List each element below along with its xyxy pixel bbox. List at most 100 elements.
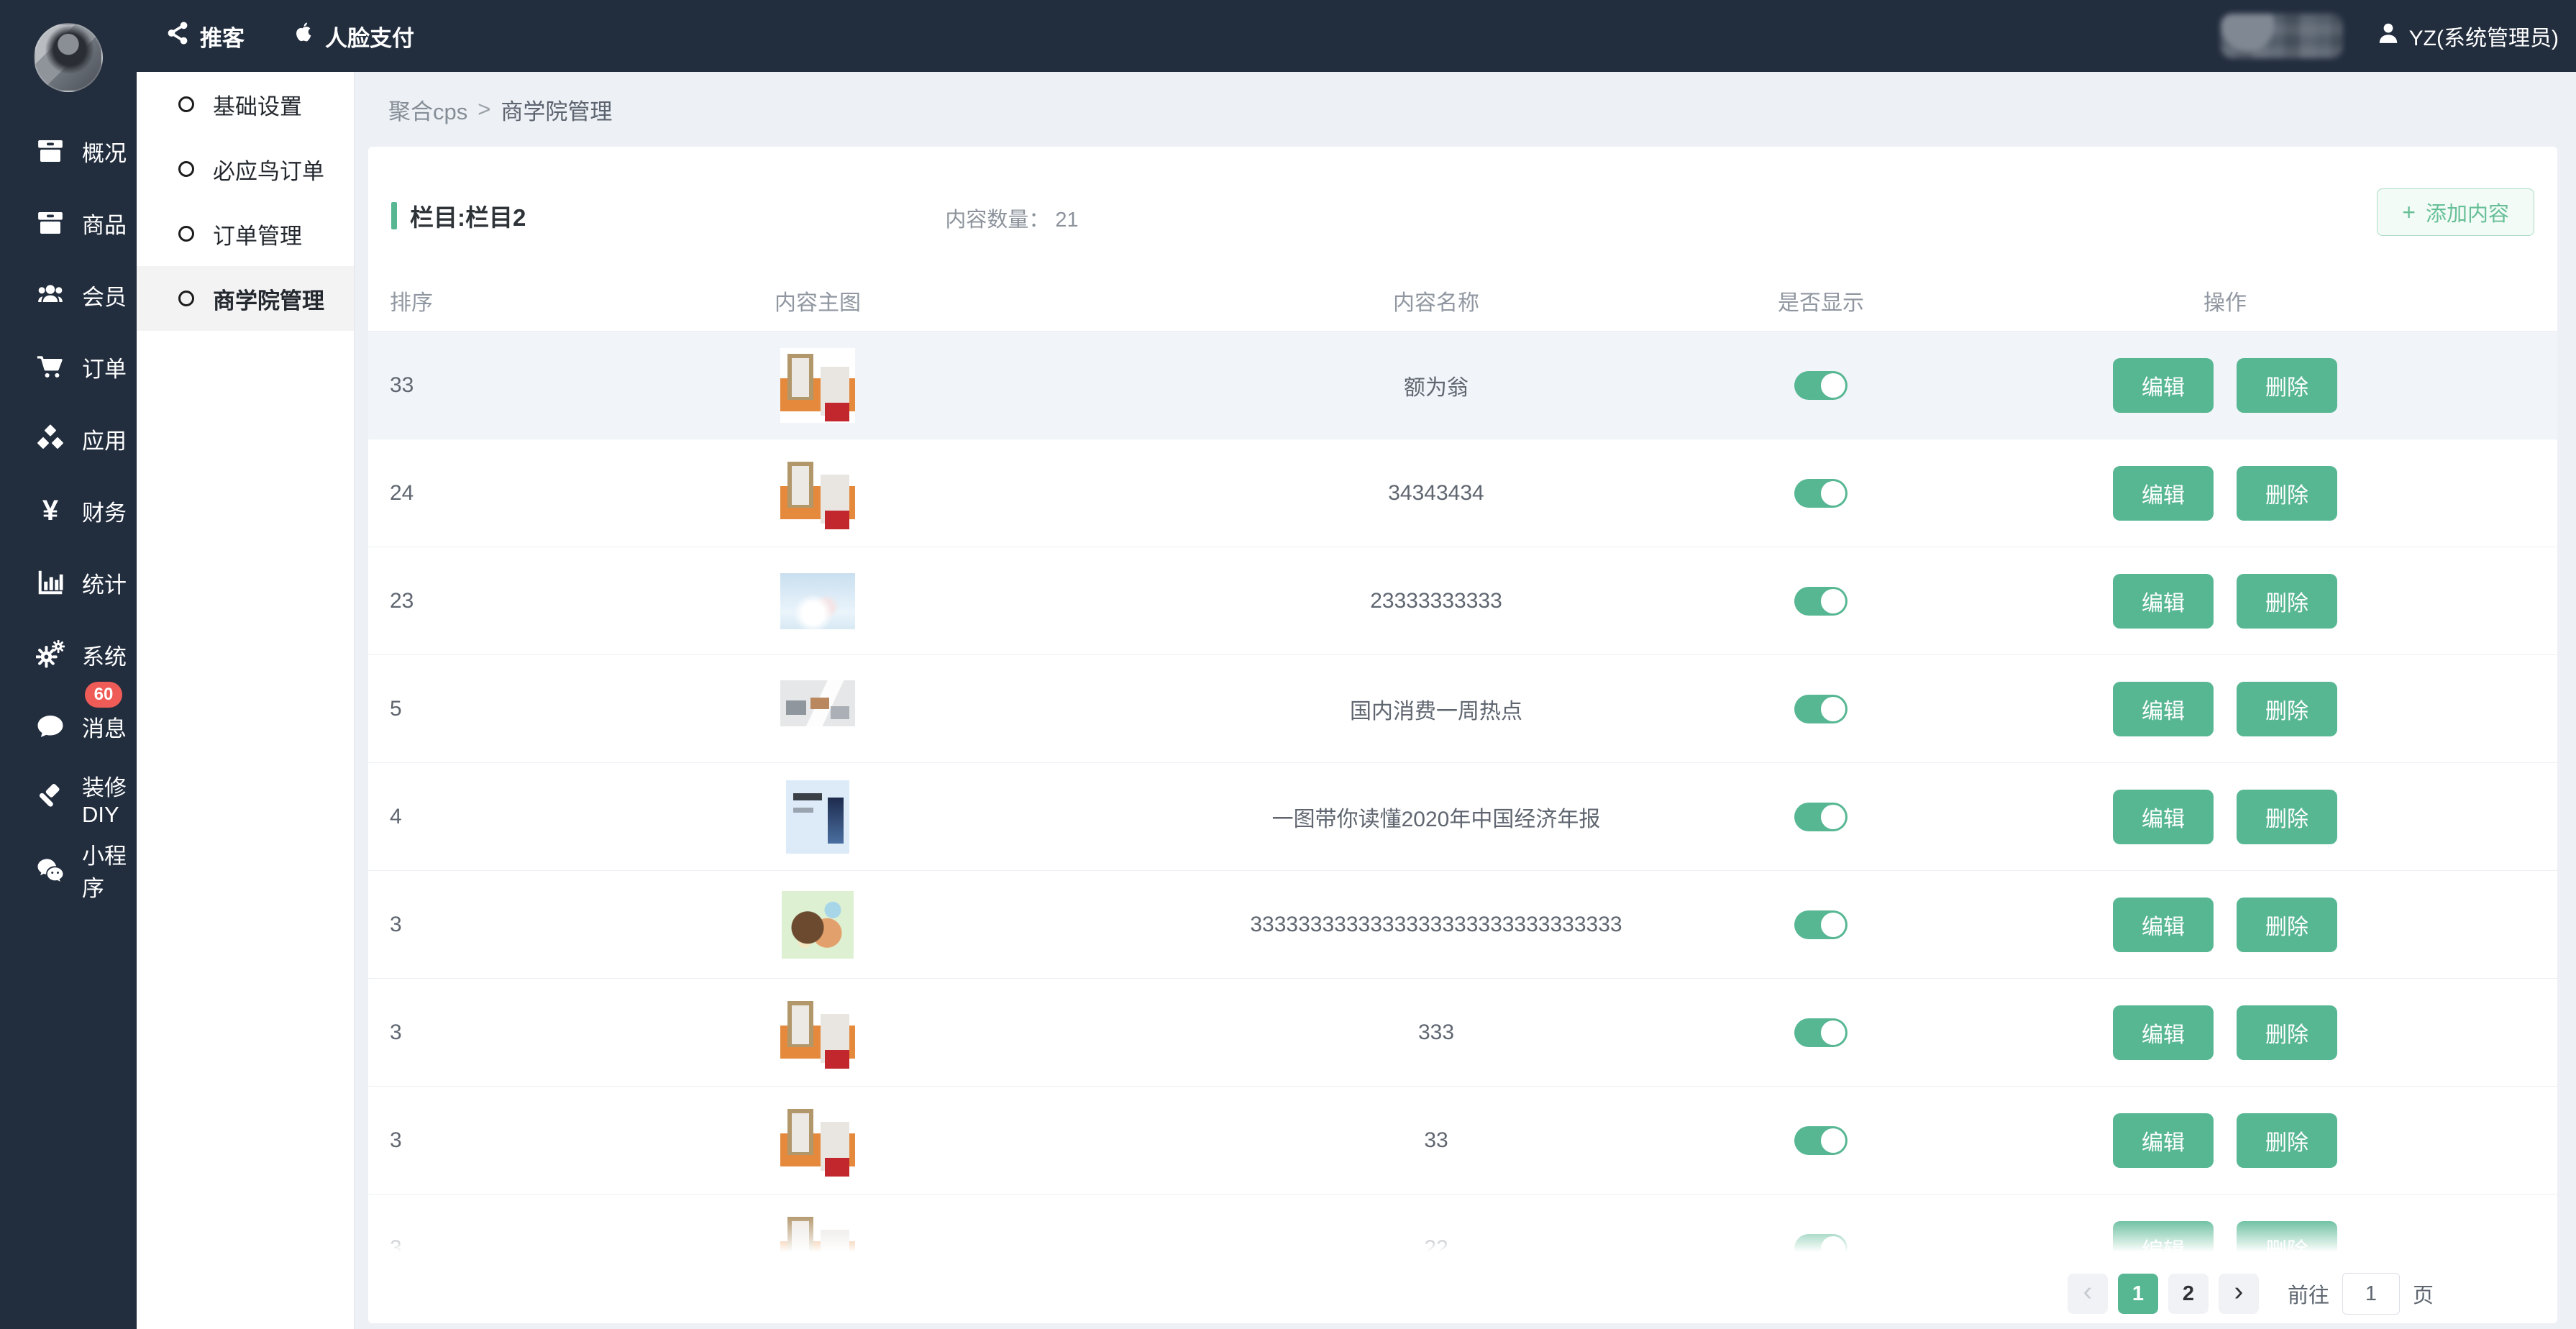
- content-name: 额为翁: [1123, 370, 1749, 401]
- goods-box-icon: [35, 209, 66, 237]
- submenu-item-商学院管理[interactable]: 商学院管理: [137, 266, 354, 331]
- delete-button[interactable]: 删除: [2237, 682, 2337, 736]
- column-header-内容主图: 内容主图: [512, 285, 1123, 316]
- delete-button[interactable]: 删除: [2237, 574, 2337, 629]
- delete-button[interactable]: 删除: [2237, 466, 2337, 521]
- visibility-toggle[interactable]: [1794, 803, 1847, 831]
- sort-value: 3: [368, 913, 512, 937]
- sidebar-item-应用[interactable]: 应用: [0, 403, 137, 475]
- edit-button[interactable]: 编辑: [2113, 1113, 2214, 1168]
- visibility-toggle[interactable]: [1794, 1126, 1847, 1155]
- visibility-toggle[interactable]: [1794, 479, 1847, 508]
- sidebar-item-label: 装修DIY: [82, 769, 137, 828]
- circle-icon: [178, 226, 194, 242]
- user-menu[interactable]: YZ(系统管理员): [2376, 20, 2559, 52]
- table-row: 3 333 编辑 删除: [368, 979, 2557, 1087]
- visibility-toggle[interactable]: [1794, 371, 1847, 400]
- edit-button[interactable]: 编辑: [2113, 790, 2214, 844]
- column-header-排序: 排序: [368, 285, 512, 316]
- content-thumbnail: [780, 348, 855, 423]
- content-name: 333: [1123, 1020, 1749, 1045]
- sidebar-item-装修DIY[interactable]: 装修DIY: [0, 762, 137, 834]
- submenu-item-必应鸟订单[interactable]: 必应鸟订单: [137, 137, 354, 201]
- apps-cubes-icon: [35, 424, 66, 453]
- column-header-操作: 操作: [1893, 285, 2557, 316]
- topbar-right: YZ(系统管理员): [2221, 14, 2559, 58]
- sort-value: 3: [368, 1128, 512, 1153]
- submenu-item-基础设置[interactable]: 基础设置: [137, 72, 354, 137]
- sidebar-item-小程序[interactable]: 小程序: [0, 834, 137, 906]
- goto-page-input[interactable]: [2342, 1273, 2400, 1315]
- visibility-toggle[interactable]: [1794, 587, 1847, 616]
- sidebar-item-消息[interactable]: 消息 60: [0, 690, 137, 762]
- content-count-value: 21: [1055, 209, 1078, 232]
- edit-button[interactable]: 编辑: [2113, 574, 2214, 629]
- sidebar-item-概况[interactable]: 概况: [0, 115, 137, 187]
- sort-value: 4: [368, 805, 512, 829]
- table-row: 5 国内消费一周热点 编辑 删除: [368, 655, 2557, 763]
- prev-page-button[interactable]: ‹: [2068, 1274, 2108, 1314]
- topbar-item[interactable]: 人脸支付: [291, 20, 414, 52]
- sidebar-item-会员[interactable]: 会员: [0, 259, 137, 331]
- table-row: 23 23333333333 编辑 删除: [368, 547, 2557, 655]
- page-button-2[interactable]: 2: [2168, 1274, 2209, 1314]
- sidebar-item-统计[interactable]: 统计: [0, 547, 137, 618]
- page-button-1[interactable]: 1: [2118, 1274, 2158, 1314]
- edit-button[interactable]: 编辑: [2113, 682, 2214, 736]
- delete-button[interactable]: 删除: [2237, 1113, 2337, 1168]
- column-header-内容名称: 内容名称: [1123, 285, 1749, 316]
- delete-button[interactable]: 删除: [2237, 898, 2337, 952]
- edit-button[interactable]: 编辑: [2113, 1005, 2214, 1060]
- main-content: 聚合cps>商学院管理 栏目:栏目2 内容数量：21 + 添加内容 排序内容主图…: [354, 72, 2576, 1329]
- sidebar-item-label: 统计: [82, 567, 127, 599]
- orders-cart-icon: [35, 352, 66, 381]
- content-name: 33: [1123, 1128, 1749, 1153]
- avatar[interactable]: [34, 23, 103, 92]
- table-row: 33 额为翁 编辑 删除: [368, 332, 2557, 439]
- sort-value: 24: [368, 481, 512, 506]
- edit-button[interactable]: 编辑: [2113, 898, 2214, 952]
- sort-value: 3: [368, 1020, 512, 1045]
- table-body: 33 额为翁 编辑 删除 24 34343434 编辑 删除 23 233333…: [368, 332, 2557, 1302]
- system-gears-icon: [35, 640, 66, 669]
- delete-button[interactable]: 删除: [2237, 1005, 2337, 1060]
- table-header: 排序内容主图内容名称是否显示操作: [368, 270, 2557, 332]
- next-page-button[interactable]: ›: [2219, 1274, 2259, 1314]
- content-name: 国内消费一周热点: [1123, 693, 1749, 725]
- sidebar-item-财务[interactable]: ¥ 财务: [0, 475, 137, 547]
- sidebar-item-商品[interactable]: 商品: [0, 187, 137, 259]
- user-label: YZ(系统管理员): [2409, 20, 2559, 52]
- sort-value: 23: [368, 589, 512, 613]
- content-thumbnail: [786, 780, 849, 854]
- sidebar-item-系统[interactable]: 系统: [0, 618, 137, 690]
- sidebar-item-label: 会员: [82, 279, 127, 311]
- delete-button[interactable]: 删除: [2237, 790, 2337, 844]
- delete-button[interactable]: 删除: [2237, 358, 2337, 413]
- panel-title: 栏目:栏目2: [391, 198, 526, 233]
- breadcrumb-item: 商学院管理: [501, 93, 612, 126]
- stats-chart-icon: [35, 568, 66, 597]
- topbar-item[interactable]: 推客: [165, 20, 245, 52]
- pagination-bar: ‹ 12 › 前往 页: [368, 1215, 2557, 1323]
- breadcrumb-item[interactable]: 聚合cps: [388, 93, 467, 126]
- add-content-button[interactable]: + 添加内容: [2377, 188, 2534, 236]
- table-row: 3 33 编辑 删除: [368, 1087, 2557, 1195]
- content-thumbnail: [780, 995, 855, 1070]
- submenu-item-label: 必应鸟订单: [213, 153, 324, 186]
- overview-box-icon: [35, 137, 66, 165]
- sidebar-item-label: 订单: [82, 351, 127, 383]
- submenu-item-label: 基础设置: [213, 88, 302, 121]
- rail-menu: 概况 商品 会员 订单 应用 ¥ 财务 统计 系统 消息: [0, 115, 137, 906]
- sidebar-item-订单[interactable]: 订单: [0, 331, 137, 403]
- left-sidebar: 概况 商品 会员 订单 应用 ¥ 财务 统计 系统 消息: [0, 0, 137, 1329]
- sidebar-item-label: 小程序: [82, 838, 137, 903]
- plus-icon: +: [2402, 201, 2416, 224]
- members-icon: [35, 280, 66, 309]
- visibility-toggle[interactable]: [1794, 695, 1847, 723]
- visibility-toggle[interactable]: [1794, 1018, 1847, 1047]
- edit-button[interactable]: 编辑: [2113, 466, 2214, 521]
- submenu-item-订单管理[interactable]: 订单管理: [137, 201, 354, 266]
- column-header-是否显示: 是否显示: [1749, 285, 1893, 316]
- visibility-toggle[interactable]: [1794, 910, 1847, 939]
- edit-button[interactable]: 编辑: [2113, 358, 2214, 413]
